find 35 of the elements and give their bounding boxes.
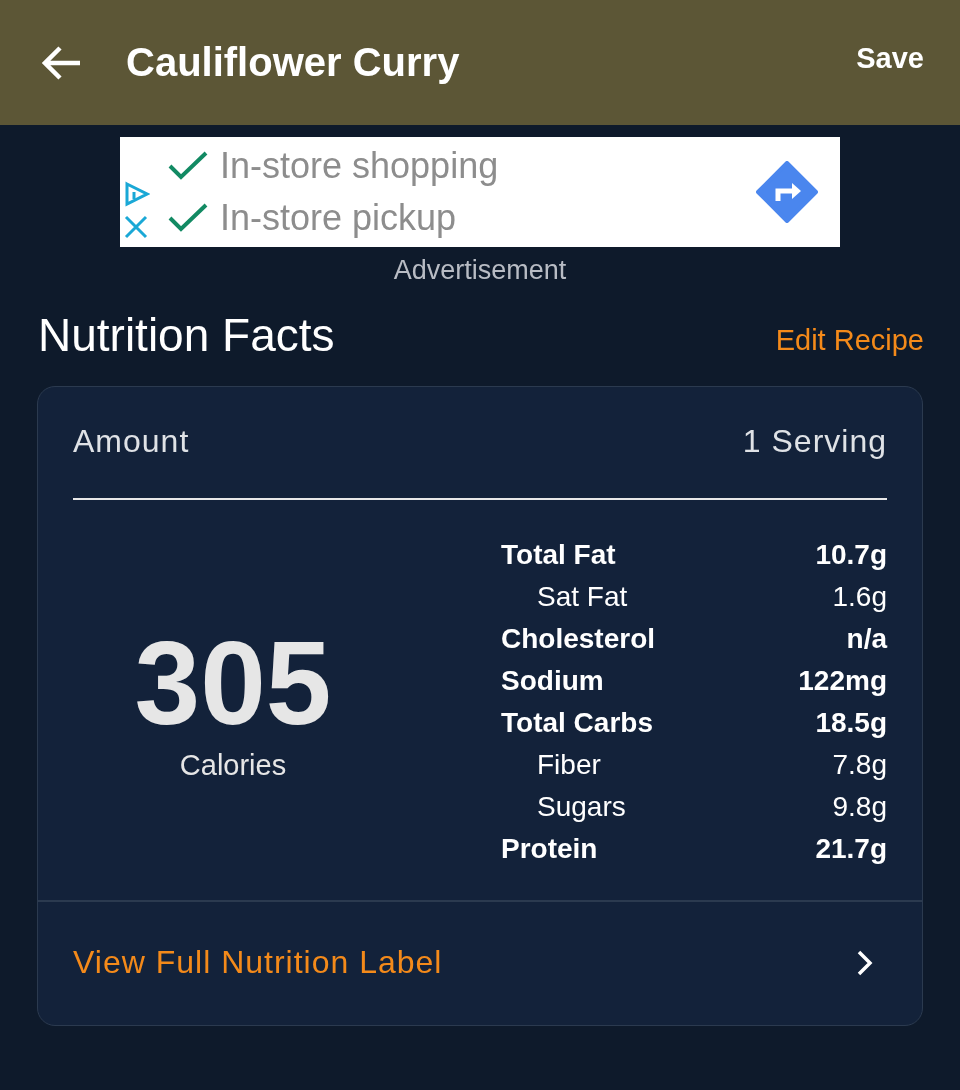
nutrient-value: 21.7g (815, 833, 887, 865)
ad-text: In-store shopping (220, 144, 499, 188)
nutrient-value: 18.5g (815, 707, 887, 739)
nutrient-name: Protein (501, 833, 598, 865)
checkmark-icon (168, 203, 208, 233)
nutrient-value: 1.6g (832, 581, 887, 613)
nutrient-name: Cholesterol (501, 623, 656, 655)
close-icon[interactable] (124, 215, 148, 239)
nutrient-value: 7.8g (832, 749, 887, 781)
full-label-link[interactable]: View Full Nutrition Label (38, 900, 922, 1025)
nutrient-value: 9.8g (832, 791, 887, 823)
amount-value: 1 Serving (742, 423, 887, 460)
ad-info-icon[interactable] (124, 181, 150, 207)
nutrient-name: Sugars (537, 791, 626, 823)
ad-text: In-store pickup (220, 196, 457, 240)
save-button[interactable]: Save (856, 42, 924, 75)
calories-label: Calories (179, 748, 287, 782)
nutrient-name: Total Fat (501, 539, 616, 571)
nutrient-name: Sodium (501, 665, 604, 697)
nutrient-value: n/a (846, 623, 887, 655)
ad-caption: Advertisement (393, 255, 567, 286)
calories-value: 305 (134, 622, 332, 743)
nutrient-value: 122mg (798, 665, 887, 697)
nutrient-name: Sat Fat (537, 581, 628, 613)
amount-label: Amount (73, 423, 190, 460)
nutrient-name: Total Carbs (501, 707, 653, 739)
back-arrow-icon (42, 45, 82, 80)
nutrient-value: 10.7g (815, 539, 887, 571)
directions-icon (756, 161, 818, 223)
recipe-title: Cauliflower Curry (126, 40, 461, 85)
nutrient-name: Fiber (537, 749, 601, 781)
section-title: Nutrition Facts (38, 308, 335, 362)
chevron-right-icon (856, 948, 874, 977)
edit-recipe-link[interactable]: Edit Recipe (775, 323, 924, 357)
checkmark-icon (168, 151, 208, 181)
